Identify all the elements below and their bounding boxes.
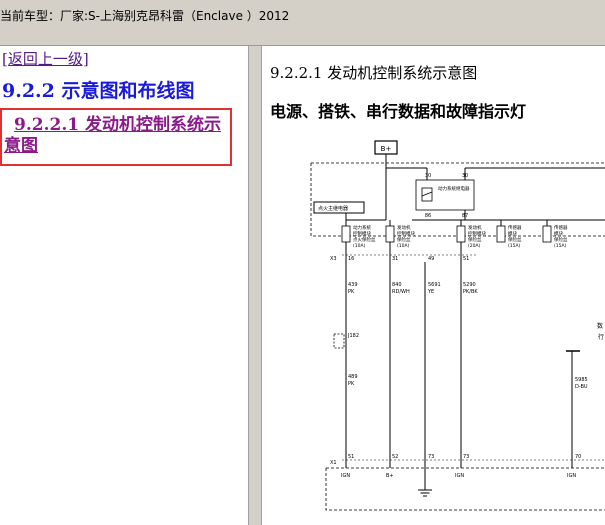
fuse-rating: (10A) — [397, 243, 410, 249]
ecm-pin-label: B+ — [386, 473, 394, 479]
wire-circuit: 439 — [348, 282, 358, 288]
relay-label: 动力系统继电器 — [438, 185, 470, 192]
title-bar: 当前车型：厂家:S-上海别克昂科雷（Enclave ）2012 — [0, 0, 605, 46]
fuse-label: 控制模块 — [397, 230, 415, 237]
fuse-3: 发动机 控制模块 保险丝 (20A) 51 — [456, 220, 486, 268]
fuse-2: 发动机 控制模块 保险丝 (10A) 31 — [385, 220, 415, 268]
cut-off-label: 数 — [597, 322, 603, 330]
document-title: 9.2.2.1 发动机控制系统示意图 — [270, 64, 478, 82]
fuse-label: 保险丝 — [508, 236, 522, 243]
wire-color: PK/BK — [463, 289, 478, 295]
cut-off-label: 行 — [598, 333, 604, 341]
document-pane: 9.2.2.1 发动机控制系统示意图 电源、搭铁、串行数据和故障指示灯 B+ 3… — [262, 46, 605, 525]
pin-label: 51 — [348, 454, 354, 460]
toc-item-highlight: 9.2.2.1 发动机控制系统示意图 — [0, 108, 232, 166]
navigation-pane: [返回上一级] 9.2.2 示意图和布线图 9.2.2.1 发动机控制系统示意图 — [0, 46, 248, 525]
wire-color: RD/WH — [392, 289, 410, 295]
fuse-4: 传感器 模块 保险丝 (15A) — [496, 220, 522, 249]
pin-label: 73 — [428, 454, 434, 460]
fuse-label: 传感器 — [508, 224, 522, 231]
relay-pin-label: 30 — [425, 173, 431, 179]
pane-splitter[interactable] — [248, 46, 262, 525]
ecm-pin-label: IGN — [341, 473, 350, 479]
pin-label: 31 — [392, 256, 398, 262]
wire-color: PK — [348, 381, 355, 387]
fuse-label: 保险丝 — [397, 236, 411, 243]
fuse-label: 控制模块 — [353, 230, 371, 237]
pin-label: 49 — [428, 256, 434, 262]
wire-circuit: 5290 — [463, 282, 476, 288]
wiring-diagram: B+ 30 30 动力系统继电器 86 87 点火主继电器 动力系统 控制模块 — [310, 140, 605, 511]
pin-label: 16 — [348, 256, 354, 262]
pin-label: 52 — [392, 454, 398, 460]
ecm-outline — [325, 467, 605, 511]
fuse-label: 发动机 — [468, 224, 482, 231]
pin-label: 70 — [575, 454, 581, 460]
section-heading: 9.2.2 示意图和布线图 — [2, 80, 195, 102]
ignition-relay-label: 点火主继电器 — [318, 205, 348, 212]
relay-pin-label: 86 — [425, 213, 431, 219]
connector-label: X1 — [330, 460, 337, 466]
fuse-label: 保险丝 — [554, 236, 568, 243]
wire-color: PK — [348, 289, 355, 295]
wire-color: YE — [427, 289, 434, 295]
fuse-5: 传感器 模块 保险丝 (15A) — [542, 220, 568, 249]
battery-label: B+ — [381, 145, 392, 153]
splice-label: J182 — [347, 333, 359, 339]
fuse-label: 点火保险丝 — [353, 236, 376, 243]
wire-circuit: 5691 — [428, 282, 441, 288]
fuse-rating: (10A) — [353, 243, 366, 249]
window-title: 当前车型：厂家:S-上海别克昂科雷（Enclave ）2012 — [0, 9, 290, 23]
document-subtitle: 电源、搭铁、串行数据和故障指示灯 — [270, 102, 527, 121]
fuse-label: 发动机 — [397, 224, 411, 231]
ecm-pin-label: IGN — [455, 473, 464, 479]
pin-label: 73 — [463, 454, 469, 460]
fuse-rating: (15A) — [508, 243, 521, 249]
fuse-label: 模块 — [554, 230, 563, 237]
fuse-label: 控制模块 — [468, 230, 486, 237]
connector-label: X3 — [330, 256, 337, 262]
fuse-label: 动力系统 — [353, 224, 371, 231]
wire-circuit: 840 — [392, 282, 402, 288]
fuse-rating: (15A) — [554, 243, 567, 249]
back-link[interactable]: [返回上一级] — [2, 48, 89, 69]
wire-circuit: 5985 — [575, 377, 588, 383]
ecm-pin-label: IGN — [567, 473, 576, 479]
fuse-label: 保险丝 — [468, 236, 482, 243]
fuse-rating: (20A) — [468, 243, 481, 249]
fuse-label: 传感器 — [554, 224, 568, 231]
pin-label: 51 — [463, 256, 469, 262]
fuse-1: 动力系统 控制模块 点火保险丝 (10A) 16 — [341, 220, 376, 268]
fuse-label: 模块 — [508, 230, 517, 237]
toc-item-engine-control-schematic[interactable]: 9.2.2.1 发动机控制系统示意图 — [4, 115, 230, 157]
wire-color: D-BU — [575, 384, 588, 390]
splice-box — [333, 333, 345, 349]
wire-circuit: 489 — [348, 374, 358, 380]
